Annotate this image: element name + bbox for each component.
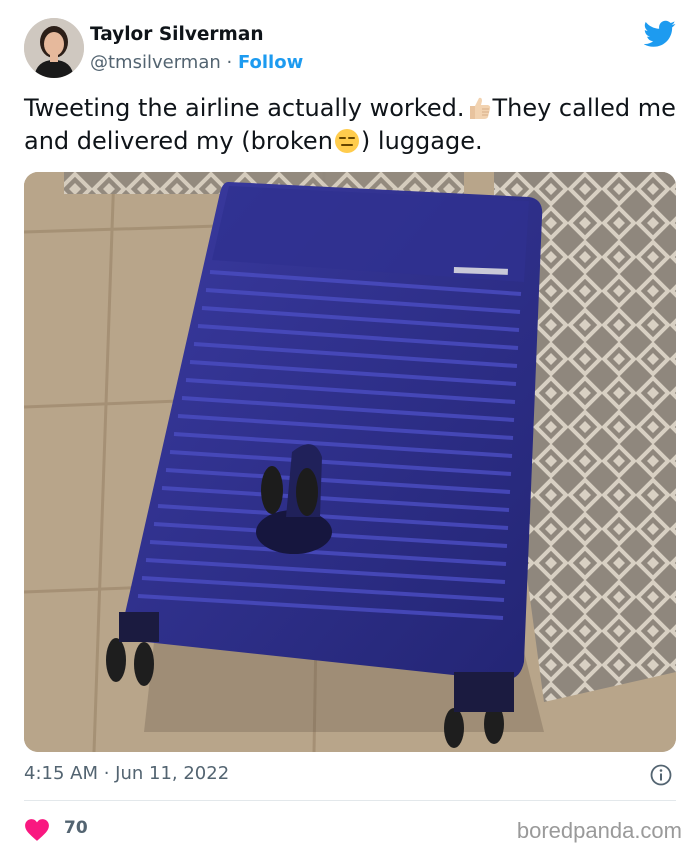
author-avatar[interactable]: [24, 18, 84, 78]
tweet-header: Taylor Silverman @tmsilverman · Follow: [24, 18, 676, 80]
divider: [24, 800, 676, 801]
luggage-photo: [24, 172, 676, 752]
tweet-text: Tweeting the airline actually worked. Th…: [24, 92, 684, 158]
watermark: boredpanda.com: [516, 818, 682, 843]
thumbs-up-emoji: [470, 97, 491, 119]
like-count: 70: [64, 818, 88, 838]
heart-icon[interactable]: [24, 818, 50, 842]
avatar-image: [24, 18, 84, 78]
tweet-text-part1: Tweeting the airline actually worked.: [24, 94, 465, 122]
twitter-bird-icon[interactable]: [644, 20, 676, 48]
follow-button[interactable]: Follow: [238, 52, 303, 73]
info-icon[interactable]: [650, 764, 672, 786]
handle-row: @tmsilverman · Follow: [90, 52, 303, 73]
tweet-text-part3: ) luggage.: [360, 127, 483, 155]
expressionless-face-emoji: [334, 129, 359, 153]
tweet-timestamp[interactable]: 4:15 AM · Jun 11, 2022: [24, 763, 229, 784]
tweet-photo[interactable]: [24, 172, 676, 752]
author-handle[interactable]: @tmsilverman: [90, 52, 221, 73]
separator: ·: [220, 52, 238, 73]
author-name[interactable]: Taylor Silverman: [90, 24, 264, 45]
